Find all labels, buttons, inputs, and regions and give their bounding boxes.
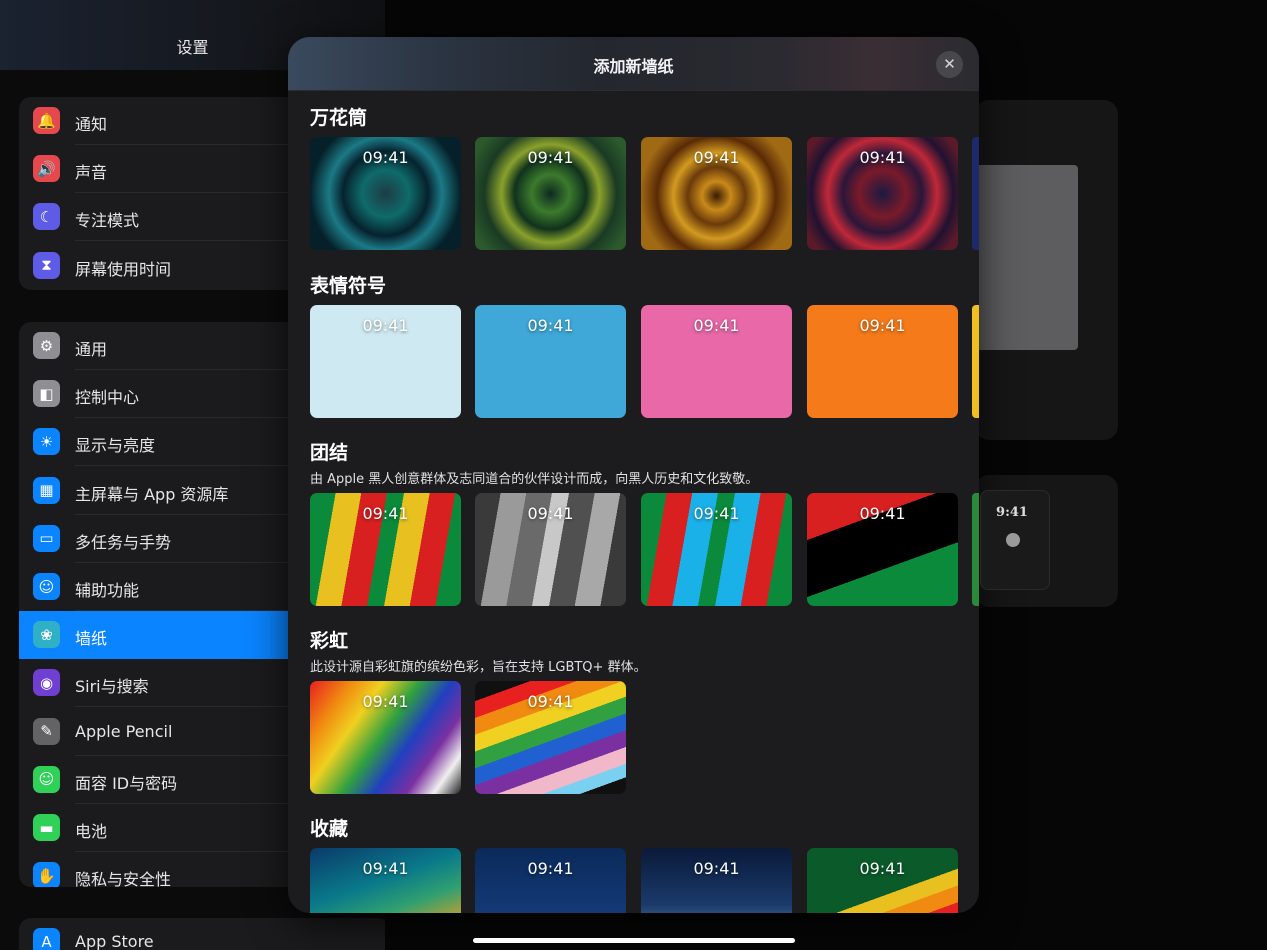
section-title: 收藏: [310, 818, 349, 840]
thumbnail-clock: 09:41: [693, 316, 740, 335]
hand-icon: ✋: [33, 862, 60, 887]
thumbnail-clock: 09:41: [859, 859, 906, 878]
preview-clock: 9:41: [996, 505, 1028, 520]
section-title: 团结: [310, 442, 349, 464]
wallpaper-thumbnail[interactable]: 09:41: [475, 493, 626, 606]
sidebar-item-label: 墙纸: [75, 629, 108, 649]
face-id-icon: ☺: [33, 765, 60, 793]
wallpaper-thumbnail[interactable]: 09:41: [807, 848, 958, 913]
sheet-title: 添加新墙纸: [593, 57, 674, 76]
sidebar-item-label: 通知: [75, 115, 108, 134]
section-title: 彩虹: [310, 630, 349, 652]
thumbnail-clock: 09:41: [362, 859, 409, 878]
thumbnail-clock: 09:41: [527, 316, 574, 335]
next-thumbnail-peek[interactable]: [972, 305, 979, 418]
add-wallpaper-sheet: 添加新墙纸 ✕ 万花筒 09:41 09:41 09:41 09:41 表情符号 09:41…: [288, 37, 979, 913]
close-icon: ✕: [943, 55, 956, 73]
sidebar-item-label: 电池: [75, 822, 108, 841]
thumbnail-clock: 09:41: [362, 504, 409, 523]
thumbnail-clock: 09:41: [527, 148, 574, 167]
sidebar-item-label: 通用: [75, 340, 108, 359]
next-thumbnail-peek[interactable]: [972, 137, 979, 250]
wallpaper-thumbnail[interactable]: 09:41: [641, 493, 792, 606]
siri-icon: ◉: [33, 669, 60, 697]
accessibility-icon: ☺: [33, 573, 60, 600]
sidebar-item-label: 面容 ID与密码: [75, 773, 178, 793]
settings-group-store: A App Store: [19, 918, 389, 950]
home-screen-icon: ▦: [33, 476, 60, 504]
wallpaper-thumbnail[interactable]: 09:41: [310, 305, 461, 418]
sidebar-item[interactable]: A App Store: [19, 918, 389, 950]
wallpaper-thumbnail[interactable]: 09:41: [641, 848, 792, 913]
thumbnail-clock: 09:41: [527, 859, 574, 878]
thumbnail-clock: 09:41: [362, 316, 409, 335]
section-title: 表情符号: [310, 275, 387, 297]
sidebar-item-label: 隐私与安全性: [75, 870, 172, 887]
app-store-icon: A: [33, 928, 60, 950]
section-description: 由 Apple 黑人创意群体及志同道合的伙伴设计而成，向黑人历史和文化致敬。: [310, 472, 759, 487]
sidebar-item-label: 主屏幕与 App 资源库: [75, 484, 229, 504]
sidebar-item-label: 专注模式: [75, 211, 140, 231]
sidebar-item-label: App Store: [75, 932, 154, 950]
sidebar-item-label: Apple Pencil: [75, 721, 173, 741]
section-description: 此设计源自彩虹旗的缤纷色彩，旨在支持 LGBTQ+ 群体。: [310, 660, 647, 675]
thumbnail-clock: 09:41: [362, 148, 409, 167]
thumbnail-clock: 09:41: [527, 692, 574, 711]
wallpaper-thumbnail[interactable]: 09:41: [641, 305, 792, 418]
section-title: 万花筒: [310, 107, 368, 129]
sidebar-item-label: 声音: [75, 163, 108, 183]
bell-icon: 🔔: [33, 107, 60, 134]
switches-icon: ◧: [33, 380, 60, 408]
sidebar-item-label: 显示与亮度: [75, 436, 156, 456]
sidebar-item-label: 控制中心: [75, 388, 140, 408]
multitasking-icon: ▭: [33, 524, 60, 552]
thumbnail-clock: 09:41: [362, 692, 409, 711]
lock-screen-preview: 9:41: [980, 490, 1050, 590]
sheet-header: 添加新墙纸 ✕: [288, 37, 979, 91]
wallpaper-thumbnail[interactable]: 09:41: [475, 137, 626, 250]
home-indicator[interactable]: [473, 938, 795, 943]
wallpaper-thumbnail[interactable]: 09:41: [807, 305, 958, 418]
wallpaper-thumbnail[interactable]: 09:41: [310, 681, 461, 794]
wallpaper-thumbnail[interactable]: 09:41: [807, 493, 958, 606]
sun-icon: ☀: [33, 428, 60, 456]
moon-icon: ☾: [33, 203, 60, 231]
wallpaper-thumbnail[interactable]: 09:41: [641, 137, 792, 250]
wallpaper-thumbnail[interactable]: 09:41: [475, 681, 626, 794]
wallpaper-preview-card: [975, 100, 1118, 440]
sidebar-item-label: Siri与搜索: [75, 677, 149, 697]
thumbnail-clock: 09:41: [859, 504, 906, 523]
sidebar-item-label: 辅助功能: [75, 581, 140, 600]
thumbnail-clock: 09:41: [693, 504, 740, 523]
thumbnail-clock: 09:41: [527, 504, 574, 523]
wallpaper-thumbnail[interactable]: 09:41: [310, 493, 461, 606]
wallpaper-thumbnail[interactable]: 09:41: [310, 137, 461, 250]
preview-dot: [1006, 533, 1020, 547]
wallpaper-thumbnail[interactable]: 09:41: [310, 848, 461, 913]
thumbnail-clock: 09:41: [693, 148, 740, 167]
thumbnail-clock: 09:41: [859, 148, 906, 167]
thumbnail-clock: 09:41: [859, 316, 906, 335]
wallpaper-thumbnail[interactable]: 09:41: [475, 848, 626, 913]
wallpaper-thumbnail[interactable]: 09:41: [475, 305, 626, 418]
battery-icon: ▬: [33, 814, 60, 841]
wallpaper-thumbnail[interactable]: 09:41: [807, 137, 958, 250]
flower-icon: ❀: [33, 621, 60, 649]
close-button[interactable]: ✕: [936, 51, 963, 78]
sidebar-item-label: 屏幕使用时间: [75, 259, 172, 279]
thumbnail-clock: 09:41: [693, 859, 740, 878]
gear-icon: ⚙: [33, 332, 60, 359]
speaker-icon: 🔊: [33, 155, 60, 183]
hourglass-icon: ⧗: [33, 251, 60, 279]
sidebar-item-label: 多任务与手势: [75, 532, 172, 552]
pencil-icon: ✎: [33, 717, 60, 745]
next-thumbnail-peek[interactable]: [972, 493, 979, 606]
